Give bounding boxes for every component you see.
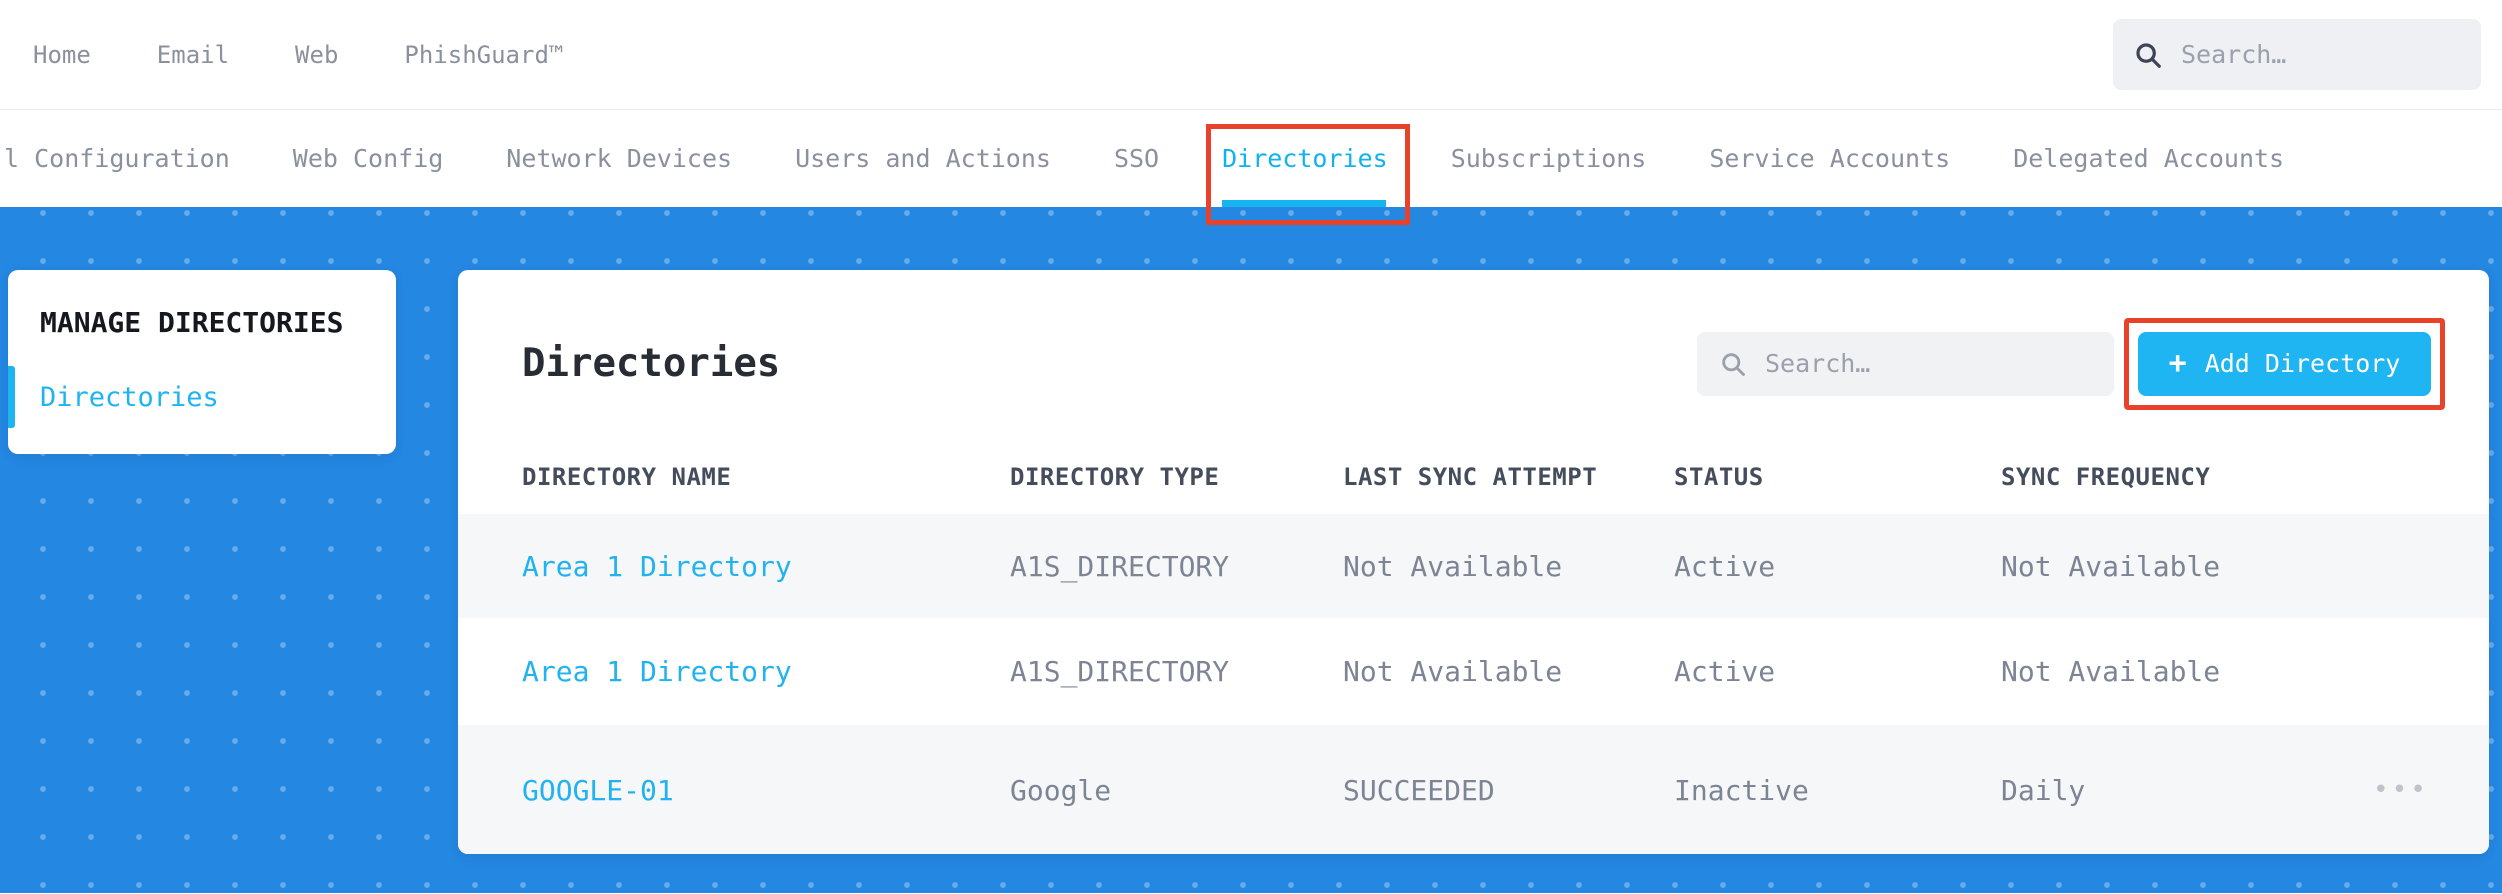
- search-icon: [2136, 42, 2161, 68]
- status-cell: Inactive: [1674, 773, 1809, 807]
- annotation-box-add-directory: + Add Directory: [2124, 317, 2445, 410]
- sync-frequency-cell: Not Available: [2001, 549, 2221, 583]
- column-header-directory-type: DIRECTORY TYPE: [1010, 462, 1220, 491]
- nav-item-web[interactable]: Web: [295, 41, 338, 69]
- global-search[interactable]: [2113, 19, 2481, 90]
- primary-nav: Home Email Web PhishGuard™: [33, 41, 563, 69]
- sidebar-card: MANAGE DIRECTORIES Directories: [8, 270, 396, 454]
- status-cell: Active: [1674, 549, 1776, 583]
- sync-frequency-cell: Not Available: [2001, 655, 2221, 688]
- content-area: MANAGE DIRECTORIES Directories Directori…: [0, 207, 2502, 893]
- directory-name-link[interactable]: Area 1 Directory: [522, 655, 1010, 688]
- column-header-status: STATUS: [1674, 462, 1764, 491]
- directories-table: DIRECTORY NAME DIRECTORY TYPE LAST SYNC …: [458, 439, 2489, 854]
- ellipsis-icon: •••: [2373, 775, 2429, 805]
- tab-directories[interactable]: Directories: [1206, 110, 1410, 225]
- panel-controls: + Add Directory: [1697, 317, 2445, 410]
- row-menu-button[interactable]: •••: [2369, 771, 2433, 809]
- directories-search-input[interactable]: [1763, 348, 2092, 379]
- tab-directories-label: Directories: [1222, 144, 1388, 173]
- nav-item-phishguard[interactable]: PhishGuard™: [404, 41, 563, 69]
- page-title: Directories: [522, 341, 781, 386]
- nav-item-home[interactable]: Home: [33, 41, 91, 69]
- table-row: Area 1 Directory A1S_DIRECTORY Not Avail…: [458, 514, 2489, 618]
- secondary-nav: l Configuration Web Config Network Devic…: [0, 110, 2502, 225]
- tab-network-devices[interactable]: Network Devices: [506, 110, 732, 207]
- column-header-last-sync-attempt: LAST SYNC ATTEMPT: [1343, 462, 1598, 491]
- tab-sso[interactable]: SSO: [1114, 110, 1159, 207]
- search-icon: [1722, 352, 1745, 376]
- sync-frequency-cell: Daily: [2001, 773, 2086, 807]
- directory-name-link[interactable]: GOOGLE-01: [522, 774, 1010, 807]
- tab-web-config[interactable]: Web Config: [293, 110, 444, 207]
- directories-panel: Directories + Add Directory: [458, 270, 2489, 854]
- column-header-directory-name: DIRECTORY NAME: [522, 462, 732, 491]
- directory-type-cell: A1S_DIRECTORY: [1010, 655, 1230, 688]
- status-cell: Active: [1674, 655, 1776, 688]
- active-tab-underline: [1222, 200, 1386, 207]
- last-sync-attempt-cell: SUCCEEDED: [1343, 773, 1495, 807]
- tab-users-and-actions[interactable]: Users and Actions: [795, 110, 1051, 207]
- table-row: Area 1 Directory A1S_DIRECTORY Not Avail…: [458, 618, 2489, 725]
- phishguard-admin-page: Home Email Web PhishGuard™ l Configurati…: [0, 0, 2502, 894]
- last-sync-attempt-cell: Not Available: [1343, 549, 1563, 583]
- add-directory-button[interactable]: + Add Directory: [2138, 331, 2431, 396]
- directories-search[interactable]: [1697, 331, 2114, 396]
- top-header: Home Email Web PhishGuard™: [0, 0, 2502, 110]
- sidebar-title: MANAGE DIRECTORIES: [40, 306, 344, 339]
- panel-header: Directories + Add Directory: [458, 270, 2489, 439]
- directory-type-cell: Google: [1010, 773, 1112, 807]
- nav-item-email[interactable]: Email: [157, 41, 229, 69]
- table-header-row: DIRECTORY NAME DIRECTORY TYPE LAST SYNC …: [458, 439, 2489, 514]
- tab-subscriptions[interactable]: Subscriptions: [1451, 110, 1647, 207]
- table-row: GOOGLE-01 Google SUCCEEDED Inactive Dail…: [458, 725, 2489, 854]
- column-header-sync-frequency: SYNC FREQUENCY: [2001, 462, 2211, 491]
- directory-name-link[interactable]: Area 1 Directory: [522, 550, 1010, 583]
- row-actions-cell: •••: [2351, 771, 2489, 809]
- tab-delegated-accounts[interactable]: Delegated Accounts: [2013, 110, 2284, 207]
- directory-type-cell: A1S_DIRECTORY: [1010, 549, 1230, 583]
- sidebar-item-directories[interactable]: Directories: [40, 382, 219, 413]
- plus-icon: +: [2168, 345, 2187, 381]
- tab-service-accounts[interactable]: Service Accounts: [1709, 110, 1950, 207]
- last-sync-attempt-cell: Not Available: [1343, 655, 1563, 688]
- add-directory-label: Add Directory: [2204, 349, 2401, 378]
- sidebar-active-indicator: [8, 366, 15, 428]
- global-search-input[interactable]: [2179, 39, 2461, 70]
- tab-email-configuration[interactable]: l Configuration: [4, 110, 230, 207]
